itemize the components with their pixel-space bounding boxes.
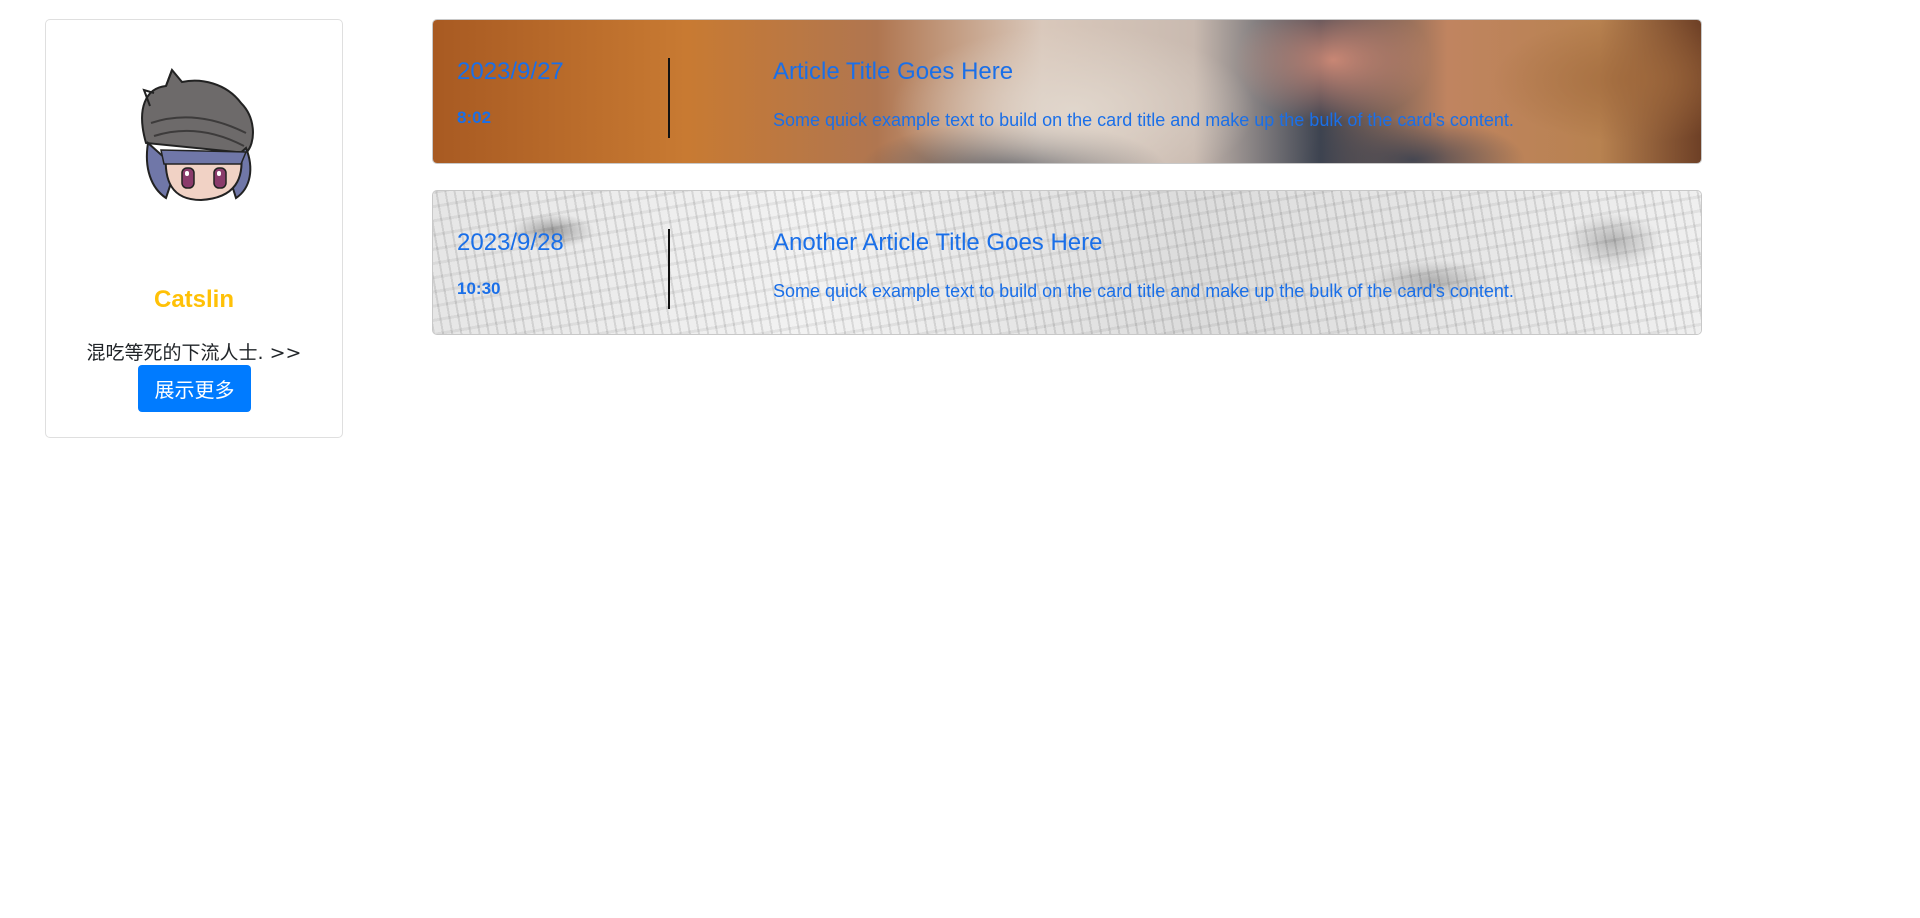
article-background-image (433, 191, 1701, 334)
show-more-button[interactable]: 展示更多 (138, 365, 251, 412)
article-time: 8:02 (457, 108, 492, 127)
article-excerpt: Some quick example text to build on the … (773, 281, 1514, 301)
article-title[interactable]: Article Title Goes Here (773, 58, 1013, 86)
article-background-image (433, 20, 1701, 163)
article-excerpt: Some quick example text to build on the … (773, 110, 1514, 130)
profile-name: Catslin (153, 286, 234, 313)
article-card[interactable]: 2023/9/28 10:30 Another Article Title Go… (432, 190, 1702, 335)
article-date: 2023/9/28 (457, 229, 564, 256)
article-time: 10:30 (457, 279, 501, 298)
article-date: 2023/9/27 (457, 58, 564, 85)
avatar (141, 68, 254, 202)
article-title[interactable]: Another Article Title Goes Here (773, 229, 1102, 257)
divider (668, 58, 670, 138)
divider (668, 229, 670, 309)
profile-bio: 混吃等死的下流人士. >> (86, 342, 302, 364)
profile-card: Catslin 混吃等死的下流人士. >> 展示更多 (45, 19, 343, 438)
article-card[interactable]: 2023/9/27 8:02 Article Title Goes Here S… (432, 19, 1702, 164)
